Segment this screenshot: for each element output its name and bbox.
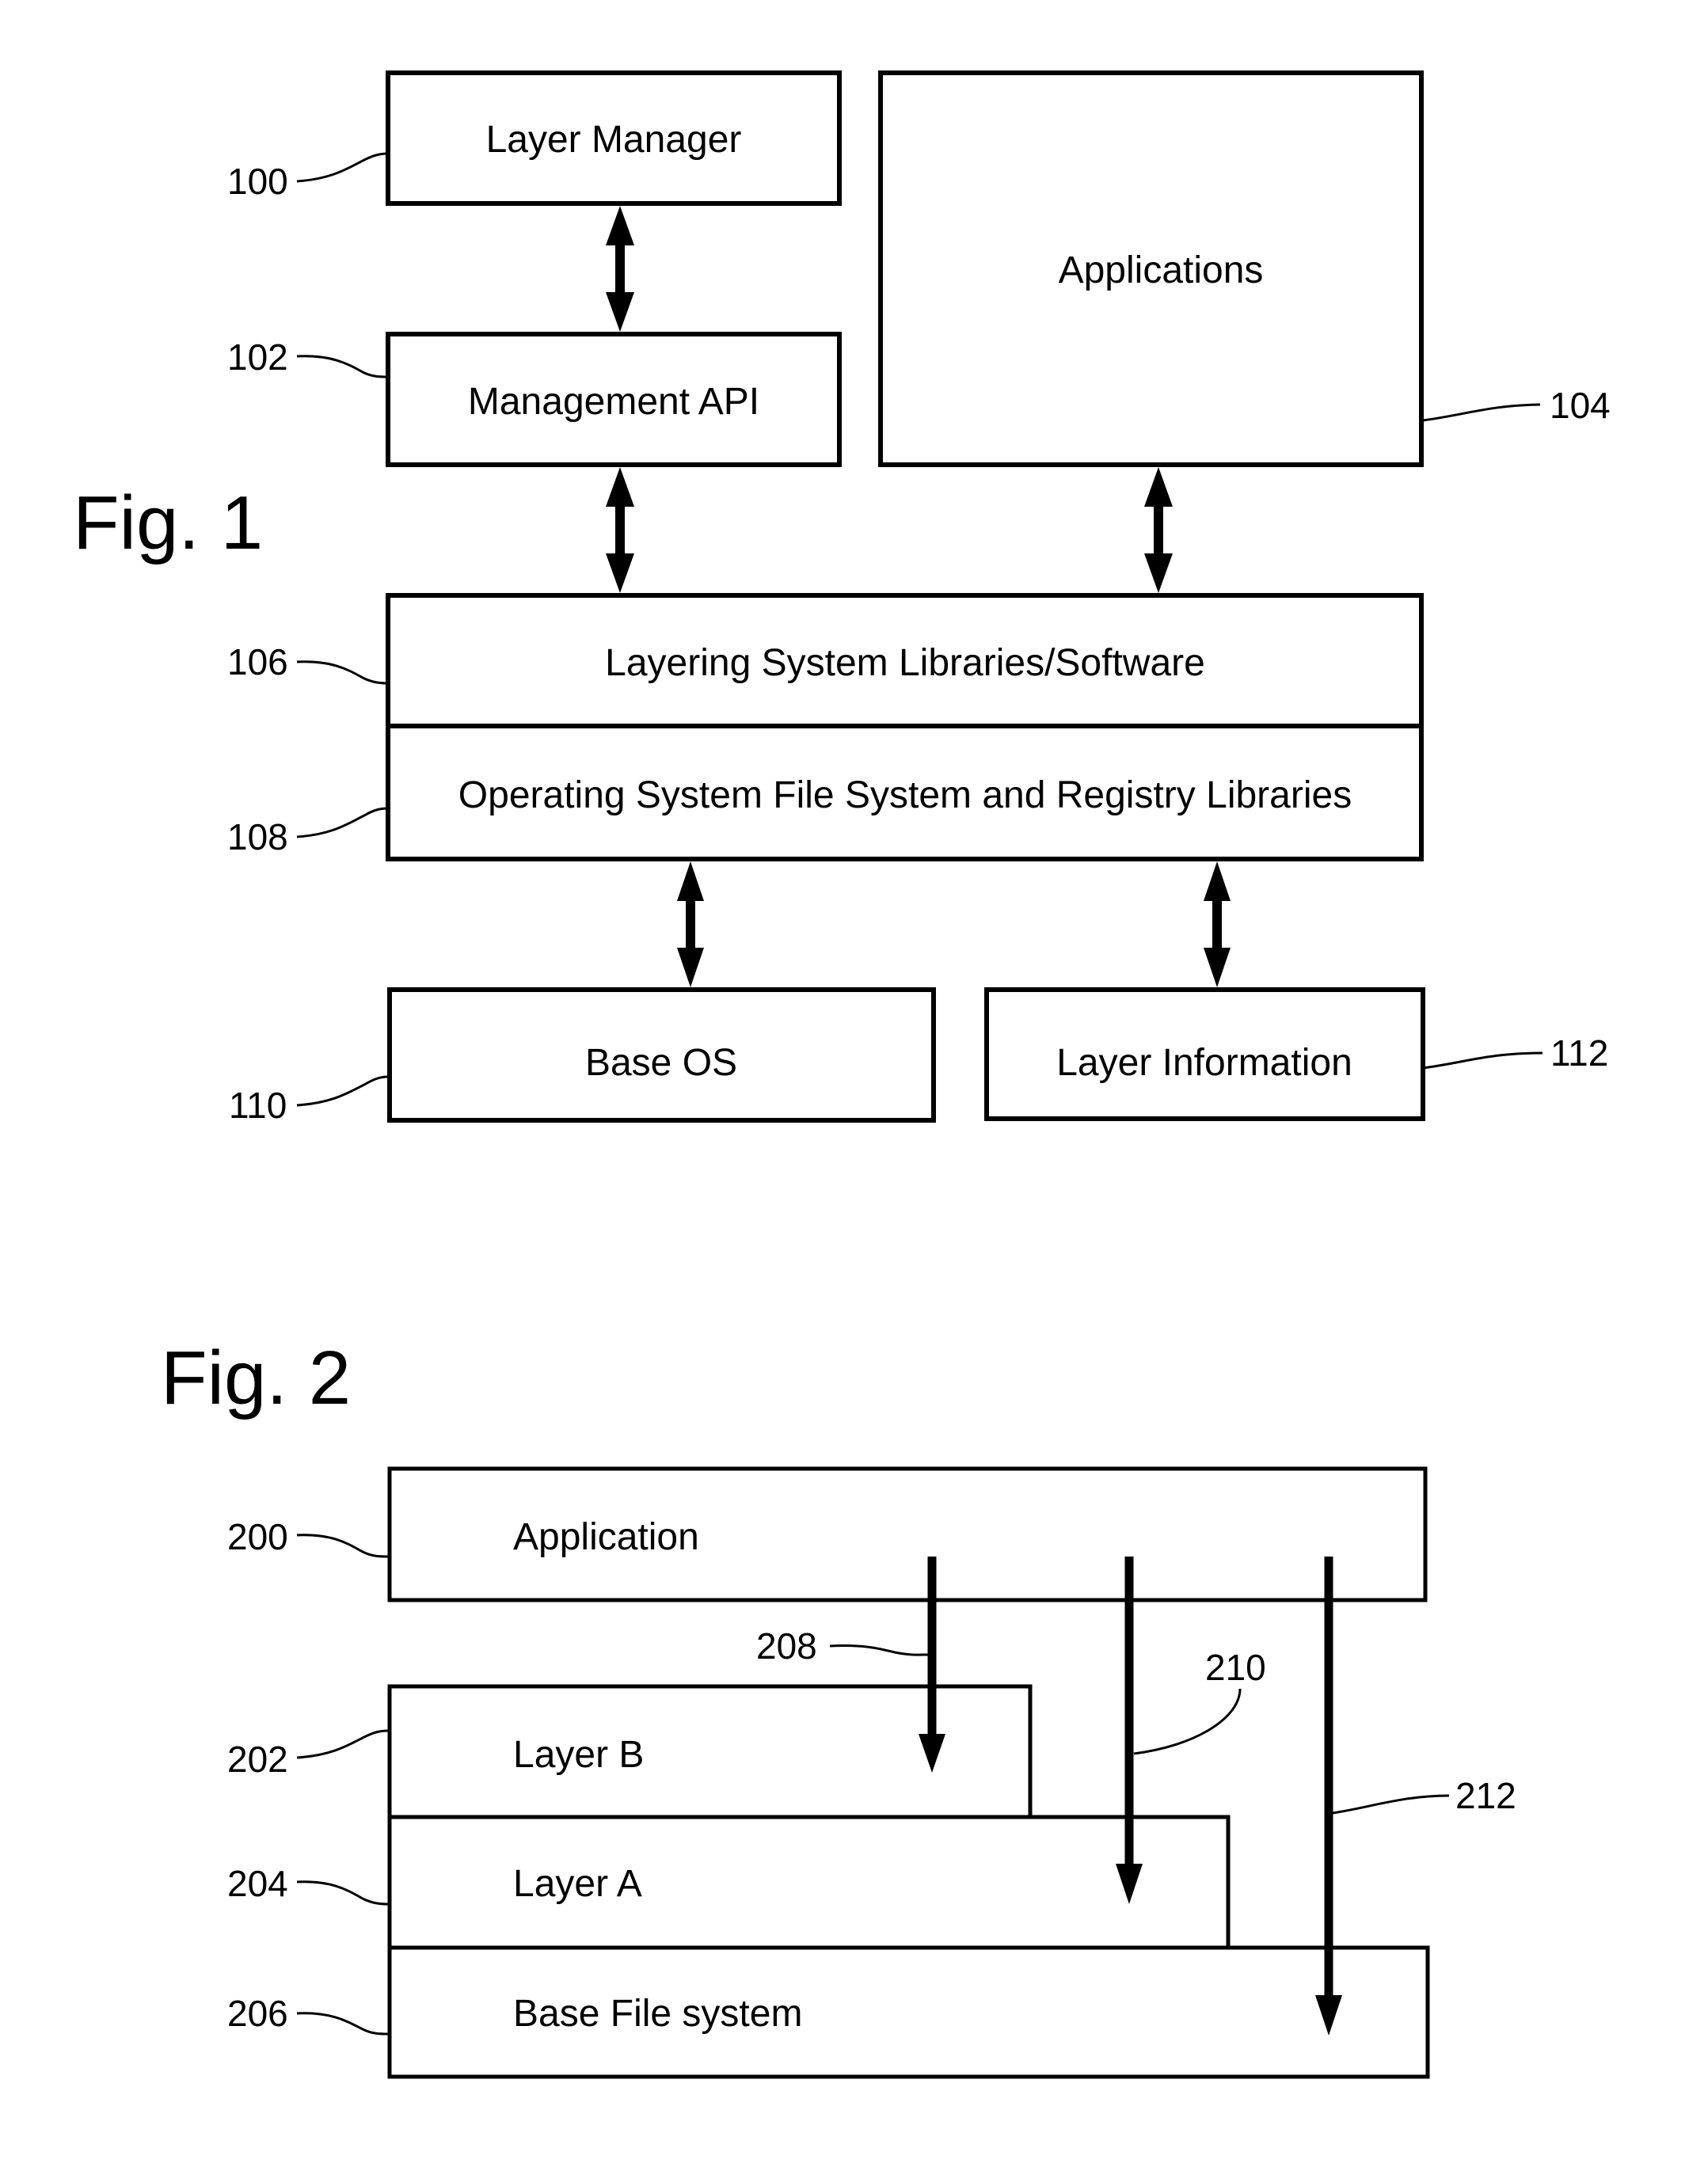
os-filesystem-registry-label: Operating System File System and Registr… bbox=[458, 774, 1352, 816]
leader-108 bbox=[296, 807, 389, 838]
leader-110 bbox=[296, 1075, 389, 1107]
arrow-management-api-layering bbox=[606, 467, 634, 593]
layering-system-label: Layering System Libraries/Software bbox=[605, 642, 1205, 684]
arrow-layer-manager-management-api bbox=[606, 206, 634, 332]
layer-information-box: Layer Information bbox=[984, 987, 1425, 1121]
leader-204 bbox=[296, 1880, 389, 1906]
leader-202 bbox=[296, 1729, 389, 1759]
ref-112: 112 bbox=[1550, 1032, 1608, 1074]
application-label: Application bbox=[513, 1516, 699, 1558]
ref-204: 204 bbox=[227, 1863, 288, 1904]
arrow-applications-layering bbox=[1144, 467, 1173, 593]
layer-manager-label: Layer Manager bbox=[486, 119, 742, 161]
fig1-title: Fig. 1 bbox=[73, 481, 263, 565]
ref-202: 202 bbox=[227, 1739, 288, 1780]
leader-200 bbox=[296, 1534, 389, 1558]
fig2-title: Fig. 2 bbox=[161, 1336, 351, 1420]
ref-104: 104 bbox=[1550, 385, 1611, 426]
ref-102: 102 bbox=[227, 336, 288, 378]
os-filesystem-registry-box: Operating System File System and Registr… bbox=[386, 724, 1424, 861]
leader-212 bbox=[1332, 1794, 1450, 1815]
base-file-system-label: Base File system bbox=[513, 1993, 802, 2035]
ref-208: 208 bbox=[756, 1625, 817, 1667]
arrow-os-layer-information bbox=[1204, 861, 1231, 987]
base-os-box: Base OS bbox=[387, 987, 936, 1123]
leader-210 bbox=[1133, 1688, 1242, 1755]
layer-manager-box: Layer Manager bbox=[386, 70, 842, 206]
ref-100: 100 bbox=[227, 161, 288, 202]
ref-108: 108 bbox=[227, 816, 288, 857]
arrow-os-base-os bbox=[677, 861, 704, 987]
ref-206: 206 bbox=[227, 1993, 288, 2034]
management-api-box: Management API bbox=[386, 332, 842, 467]
applications-label: Applications bbox=[1059, 249, 1264, 291]
leader-102 bbox=[296, 355, 389, 378]
leader-112 bbox=[1422, 1051, 1543, 1070]
layering-system-box: Layering System Libraries/Software bbox=[386, 593, 1424, 728]
management-api-label: Management API bbox=[468, 381, 759, 423]
applications-box: Applications bbox=[878, 70, 1424, 467]
layer-b-label: Layer B bbox=[513, 1734, 644, 1776]
patent-figures: Fig. 1 Layer Manager 100 Management API … bbox=[73, 70, 1611, 2079]
leader-100 bbox=[296, 152, 389, 183]
leader-206 bbox=[296, 2012, 389, 2036]
layer-a-label: Layer A bbox=[513, 1863, 642, 1905]
ref-212: 212 bbox=[1455, 1775, 1516, 1816]
base-os-label: Base OS bbox=[585, 1042, 737, 1084]
leader-208 bbox=[829, 1644, 929, 1656]
layer-information-label: Layer Information bbox=[1056, 1042, 1352, 1084]
ref-110: 110 bbox=[229, 1085, 287, 1126]
layer-a-box: Layer A bbox=[387, 1815, 1231, 1950]
leader-106 bbox=[296, 660, 389, 685]
base-file-system-box: Base File system bbox=[387, 1945, 1430, 2079]
leader-104 bbox=[1422, 403, 1541, 422]
ref-210: 210 bbox=[1205, 1647, 1266, 1688]
ref-200: 200 bbox=[227, 1516, 288, 1557]
ref-106: 106 bbox=[227, 641, 288, 682]
application-box: Application bbox=[387, 1466, 1428, 1602]
